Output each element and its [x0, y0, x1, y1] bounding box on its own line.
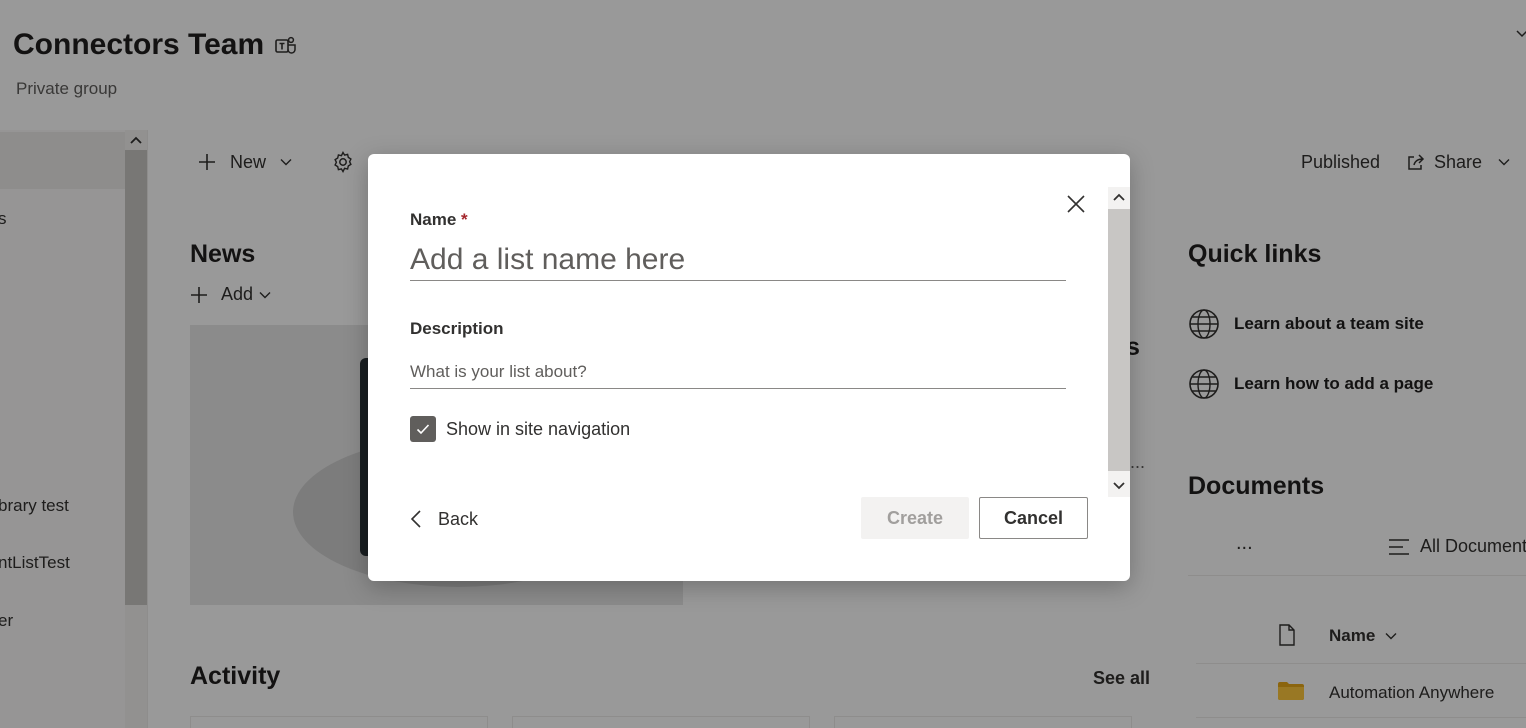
- chevron-left-icon: [410, 510, 421, 528]
- create-button[interactable]: Create: [861, 497, 969, 539]
- cancel-button[interactable]: Cancel: [979, 497, 1088, 539]
- name-field-label: Name *: [410, 210, 468, 230]
- dialog-scrollbar-thumb[interactable]: [1108, 209, 1130, 471]
- close-icon[interactable]: [1064, 192, 1088, 216]
- show-in-navigation-checkbox[interactable]: Show in site navigation: [410, 416, 630, 442]
- description-field-label: Description: [410, 319, 504, 338]
- back-button[interactable]: Back: [410, 504, 478, 534]
- create-list-dialog: Name * Description Show in site navigati…: [368, 154, 1130, 581]
- description-input[interactable]: [410, 355, 1066, 389]
- list-name-input[interactable]: [410, 240, 1066, 281]
- back-label: Back: [438, 508, 479, 529]
- required-indicator: *: [461, 210, 468, 229]
- scroll-up-icon[interactable]: [1112, 191, 1126, 203]
- show-in-navigation-label: Show in site navigation: [446, 418, 631, 439]
- scroll-down-icon[interactable]: [1112, 480, 1126, 492]
- checkmark-icon: [416, 424, 430, 435]
- name-label-text: Name: [410, 210, 457, 229]
- checkbox-checked[interactable]: [410, 416, 436, 442]
